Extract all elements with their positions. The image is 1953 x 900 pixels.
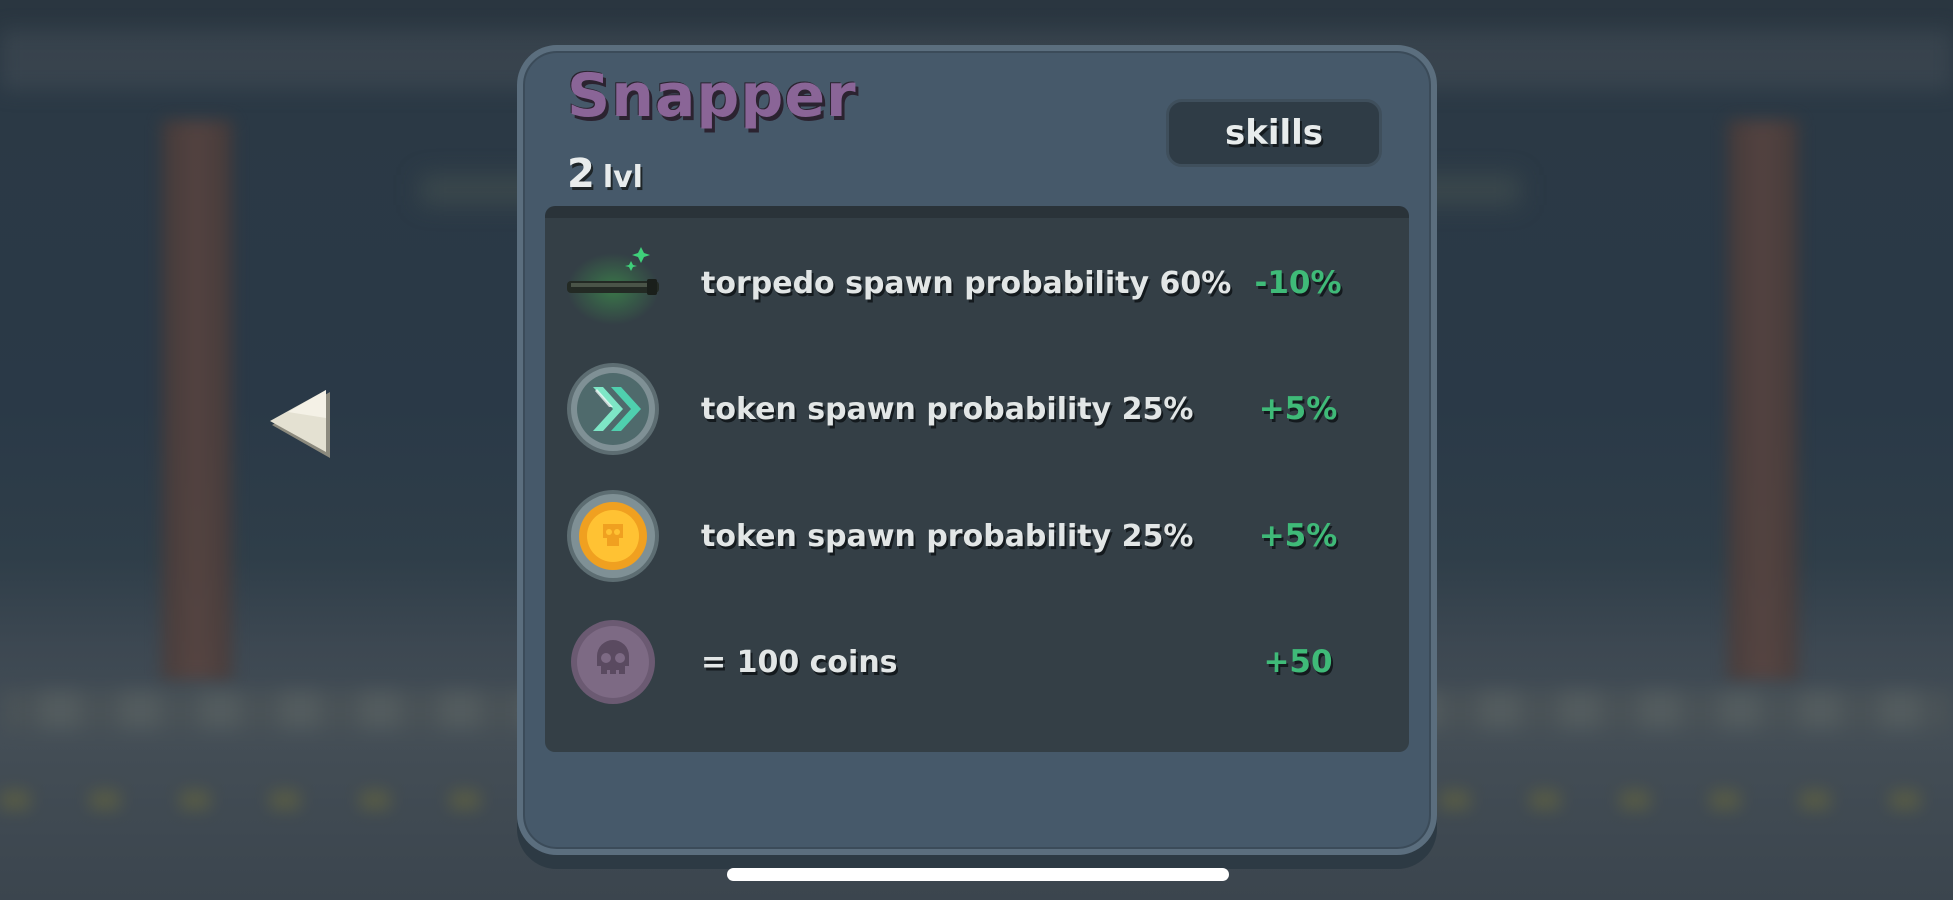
previous-character-button[interactable] — [268, 388, 338, 462]
speed-chevrons-icon — [563, 359, 663, 459]
home-indicator[interactable] — [727, 868, 1229, 881]
stat-label: = 100 coins — [701, 644, 898, 680]
stats-list: torpedo spawn probability 60% -10% token… — [545, 206, 1409, 752]
stat-label: token spawn probability 25% — [701, 518, 1194, 554]
stat-delta: +5% — [1258, 518, 1338, 554]
skills-button[interactable]: skills — [1166, 99, 1382, 167]
background-pillar-left — [162, 120, 232, 680]
level-unit: lvl — [602, 160, 643, 195]
game-scene: Snapper 2 lvl skills torpedo spawn proba… — [0, 0, 1953, 900]
background-pillar-right — [1728, 120, 1798, 680]
coin-token-icon — [563, 486, 663, 586]
stat-row-skull-coins: = 100 coins +50 — [545, 602, 1409, 722]
skull-icon — [563, 612, 663, 712]
character-level: 2 lvl — [567, 151, 643, 197]
stat-label: token spawn probability 25% — [701, 391, 1194, 427]
level-number: 2 — [567, 151, 595, 197]
stat-delta: +5% — [1258, 391, 1338, 427]
left-arrow-icon — [270, 390, 330, 458]
stat-row-coin-token: token spawn probability 25% +5% — [545, 476, 1409, 596]
stat-delta: -10% — [1254, 265, 1342, 301]
stat-label: torpedo spawn probability 60% — [701, 265, 1232, 301]
torpedo-icon — [563, 233, 663, 333]
stat-delta: +50 — [1263, 644, 1333, 680]
character-info-panel: Snapper 2 lvl skills torpedo spawn proba… — [517, 45, 1437, 855]
stat-row-speed-token: token spawn probability 25% +5% — [545, 349, 1409, 469]
character-name: Snapper — [567, 61, 857, 131]
stat-row-torpedo: torpedo spawn probability 60% -10% — [545, 223, 1409, 343]
